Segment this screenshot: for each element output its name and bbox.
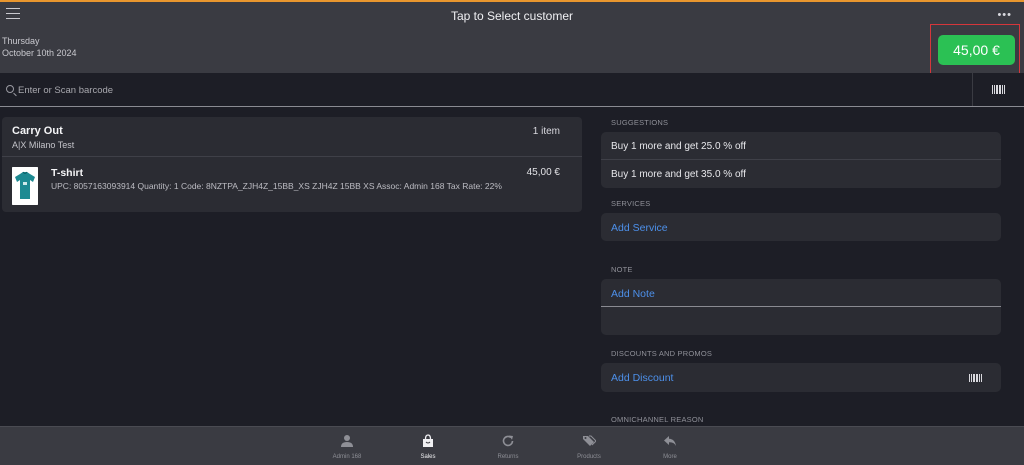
bottom-tab-bar: Admin 168 Sales Returns Products More [0,426,1024,465]
tags-icon [583,435,596,446]
suggestions-label: SUGGESTIONS [611,118,669,127]
tab-label: Returns [497,454,519,460]
search-bar [0,73,1024,107]
discounts-label: DISCOUNTS AND PROMOS [611,349,713,358]
tab-label: Sales [420,454,436,460]
product-details: UPC: 8057163093914 Quantity: 1 Code: 8NZ… [51,181,502,191]
suggestion-item[interactable]: Buy 1 more and get 35.0 % off [611,169,746,180]
tab-products[interactable]: Products [559,427,619,465]
tshirt-icon [12,167,38,205]
note-label: NOTE [611,265,633,274]
barcode-search-input[interactable] [18,82,958,98]
day-label: Thursday [2,36,40,46]
search-divider [972,73,973,106]
services-label: SERVICES [611,199,651,208]
store-name: A|X Milano Test [12,140,75,150]
cart-divider [2,156,582,157]
tab-label: Products [577,454,601,460]
tab-returns[interactable]: Returns [478,427,538,465]
tab-label: Admin 168 [332,454,362,460]
tab-admin[interactable]: Admin 168 [317,427,377,465]
tab-sales[interactable]: Sales [398,427,458,465]
shopping-bag-icon [423,434,433,447]
product-price: 45,00 € [526,167,560,178]
product-name[interactable]: T-shirt [51,167,83,179]
discounts-card: Add Discount [601,363,1001,392]
order-type-title[interactable]: Carry Out [12,125,63,137]
person-icon [341,435,353,447]
tab-more[interactable]: More [640,427,700,465]
product-image[interactable] [12,167,38,205]
note-card: Add Note [601,279,1001,335]
suggestions-divider [601,159,1001,160]
ellipsis-icon[interactable]: ••• [997,9,1012,21]
suggestions-card: Buy 1 more and get 25.0 % off Buy 1 more… [601,132,1001,188]
header: Tap to Select customer ••• Thursday Octo… [0,0,1024,74]
add-note-button[interactable]: Add Note [611,288,655,300]
omnichannel-label: OMNICHANNEL REASON [611,415,704,424]
pos-sales-screen: Tap to Select customer ••• Thursday Octo… [0,0,1024,465]
total-highlight: 45,00 € [930,24,1020,74]
select-customer-title[interactable]: Tap to Select customer [0,9,1024,23]
note-divider [601,306,1001,307]
suggestion-item[interactable]: Buy 1 more and get 25.0 % off [611,141,746,152]
reply-icon [664,436,676,446]
total-button[interactable]: 45,00 € [938,35,1015,65]
item-count: 1 item [532,126,560,137]
add-discount-button[interactable]: Add Discount [611,372,673,384]
refresh-icon [502,435,514,447]
cart-panel: Carry Out A|X Milano Test 1 item T-shirt… [2,117,582,212]
search-icon [6,85,14,93]
add-service-button[interactable]: Add Service [611,222,668,234]
services-card: Add Service [601,213,1001,241]
discount-barcode-icon[interactable] [969,374,983,382]
barcode-scan-icon[interactable] [992,85,1006,94]
date-label: October 10th 2024 [2,48,77,58]
tab-label: More [663,454,677,460]
